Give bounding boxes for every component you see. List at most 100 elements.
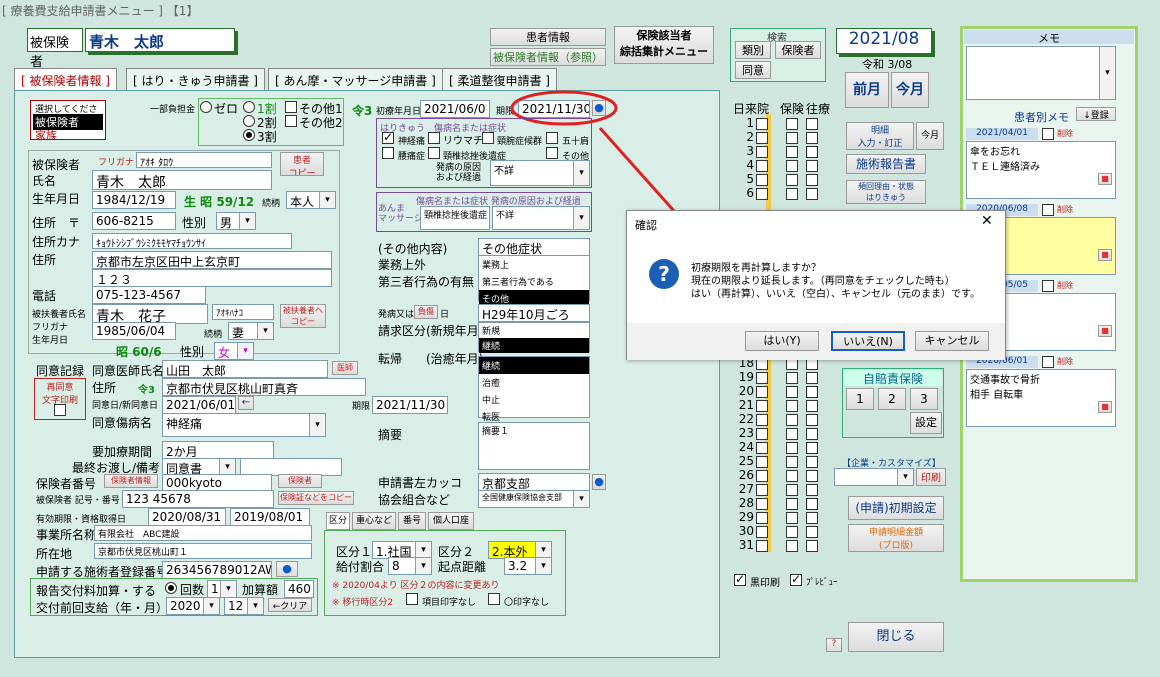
dialog-yes-button[interactable]: はい(Y) xyxy=(745,331,819,351)
auto-insurance-1-button[interactable]: 1 xyxy=(846,388,874,410)
calendar-house-checkbox-30[interactable] xyxy=(806,526,818,538)
dialog-cancel-button[interactable]: キャンセル xyxy=(915,331,989,351)
calendar-house-checkbox-3[interactable] xyxy=(806,146,818,158)
auto-insurance-setting-button[interactable]: 設定 xyxy=(910,412,942,434)
calendar-visit-checkbox-19[interactable] xyxy=(756,372,768,384)
memo-delete-checkbox[interactable] xyxy=(1042,280,1054,292)
calendar-insurance-checkbox-20[interactable] xyxy=(786,386,798,398)
custom-print-button[interactable]: 印刷 xyxy=(916,468,946,486)
auto-insurance-2-button[interactable]: 2 xyxy=(878,388,906,410)
calendar-house-checkbox-6[interactable] xyxy=(806,188,818,200)
work-item-business[interactable]: 業務上 xyxy=(479,256,589,273)
calendar-insurance-checkbox-29[interactable] xyxy=(786,512,798,524)
detail-input-button[interactable]: 明細 入力・訂正 xyxy=(846,122,914,150)
calendar-house-checkbox-26[interactable] xyxy=(806,470,818,482)
calendar-visit-checkbox-23[interactable] xyxy=(756,428,768,440)
calendar-house-checkbox-29[interactable] xyxy=(806,512,818,524)
calendar-house-checkbox-25[interactable] xyxy=(806,456,818,468)
calendar-house-checkbox-24[interactable] xyxy=(806,442,818,454)
dialog-close-icon[interactable]: ✕ xyxy=(981,213,993,229)
onset-input[interactable]: H29年10月ごろ xyxy=(478,304,590,322)
calendar-visit-checkbox-29[interactable] xyxy=(756,512,768,524)
anma-cause-select[interactable]: 不詳 ▾ xyxy=(492,206,590,230)
calendar-visit-checkbox-1[interactable] xyxy=(756,118,768,130)
calendar-house-checkbox-22[interactable] xyxy=(806,414,818,426)
auto-insurance-3-button[interactable]: 3 xyxy=(910,388,938,410)
calendar-house-checkbox-27[interactable] xyxy=(806,484,818,496)
calendar-house-checkbox-21[interactable] xyxy=(806,400,818,412)
memo-save-icon[interactable]: ■ xyxy=(1098,325,1112,337)
cause-select[interactable]: 不詳 ▾ xyxy=(490,160,590,186)
calendar-insurance-checkbox-23[interactable] xyxy=(786,428,798,440)
disease-cervical-checkbox[interactable] xyxy=(482,132,494,144)
calendar-insurance-checkbox-2[interactable] xyxy=(786,132,798,144)
disease-other-checkbox[interactable] xyxy=(546,147,558,159)
calendar-insurance-checkbox-4[interactable] xyxy=(786,160,798,172)
calendar-insurance-checkbox-31[interactable] xyxy=(786,540,798,552)
calendar-house-checkbox-31[interactable] xyxy=(806,540,818,552)
treatment-report-button[interactable]: 施術報告書 xyxy=(846,154,926,174)
close-button[interactable]: 閉じる xyxy=(848,622,944,652)
remark-input[interactable]: 摘要１ xyxy=(478,422,590,470)
dialog-no-button[interactable]: いいえ(N) xyxy=(831,331,905,351)
calendar-visit-checkbox-4[interactable] xyxy=(756,160,768,172)
help-button[interactable]: ? xyxy=(826,638,842,652)
work-listbox[interactable]: 業務上 第三者行為である その他 xyxy=(478,255,590,307)
left-kakko-input[interactable]: 京都支部 xyxy=(478,473,590,491)
calendar-visit-checkbox-6[interactable] xyxy=(756,188,768,200)
disease-rheumatism-checkbox[interactable] xyxy=(428,132,440,144)
outcome-item-stopped[interactable]: 中止 xyxy=(479,391,589,408)
calendar-insurance-checkbox-26[interactable] xyxy=(786,470,798,482)
calendar-insurance-checkbox-1[interactable] xyxy=(786,118,798,130)
calendar-house-checkbox-23[interactable] xyxy=(806,428,818,440)
calendar-visit-checkbox-20[interactable] xyxy=(756,386,768,398)
memo-text[interactable]: 傘をお忘れ ＴＥＬ連絡済み xyxy=(966,141,1116,199)
calendar-visit-checkbox-30[interactable] xyxy=(756,526,768,538)
calendar-insurance-checkbox-3[interactable] xyxy=(786,146,798,158)
outcome-item-cured[interactable]: 治癒 xyxy=(479,374,589,391)
work-item-third[interactable]: 第三者行為である xyxy=(479,273,589,290)
anma-disease-input[interactable]: 頸椎捻挫後遺症 xyxy=(420,206,490,230)
calendar-insurance-checkbox-28[interactable] xyxy=(786,498,798,510)
memo-register-button[interactable]: ↓登録 xyxy=(1076,107,1116,121)
claim-item-new[interactable]: 新規 xyxy=(479,323,589,338)
frequent-reason-button[interactable]: 頻回理由・状態 はりきゅう xyxy=(846,180,926,204)
other-content-input[interactable]: その他症状 xyxy=(478,238,590,256)
claim-item-continue[interactable]: 継続 xyxy=(479,338,589,353)
calendar-visit-checkbox-3[interactable] xyxy=(756,146,768,158)
claim-listbox[interactable]: 新規 継続 xyxy=(478,322,590,353)
calendar-visit-checkbox-21[interactable] xyxy=(756,400,768,412)
calendar-house-checkbox-4[interactable] xyxy=(806,160,818,172)
memo-save-icon[interactable]: ■ xyxy=(1098,173,1112,185)
memo-delete-checkbox[interactable] xyxy=(1042,356,1054,368)
custom-select[interactable]: ▾ xyxy=(834,468,914,486)
calendar-visit-checkbox-26[interactable] xyxy=(756,470,768,482)
calendar-insurance-checkbox-25[interactable] xyxy=(786,456,798,468)
outcome-listbox[interactable]: 継続 治癒 中止 転医 xyxy=(478,356,590,423)
initial-setting-button[interactable]: (申請)初期設定 xyxy=(848,496,944,520)
calendar-insurance-checkbox-30[interactable] xyxy=(786,526,798,538)
memo-delete-checkbox[interactable] xyxy=(1042,128,1054,140)
calendar-house-checkbox-5[interactable] xyxy=(806,174,818,186)
calendar-visit-checkbox-25[interactable] xyxy=(756,456,768,468)
calendar-visit-checkbox-24[interactable] xyxy=(756,442,768,454)
calendar-insurance-checkbox-27[interactable] xyxy=(786,484,798,496)
calendar-house-checkbox-1[interactable] xyxy=(806,118,818,130)
calendar-insurance-checkbox-5[interactable] xyxy=(786,174,798,186)
calendar-insurance-checkbox-6[interactable] xyxy=(786,188,798,200)
bw-print-checkbox[interactable] xyxy=(734,572,746,586)
calendar-insurance-checkbox-22[interactable] xyxy=(786,414,798,426)
calendar-visit-checkbox-27[interactable] xyxy=(756,484,768,496)
memo-save-icon[interactable]: ■ xyxy=(1098,401,1112,413)
calendar-insurance-checkbox-19[interactable] xyxy=(786,372,798,384)
calendar-visit-checkbox-5[interactable] xyxy=(756,174,768,186)
left-kakko-button[interactable]: ● xyxy=(592,474,606,490)
calendar-visit-checkbox-22[interactable] xyxy=(756,414,768,426)
calendar-house-checkbox-19[interactable] xyxy=(806,372,818,384)
memo-save-icon[interactable]: ■ xyxy=(1098,249,1112,261)
preview-checkbox[interactable] xyxy=(790,572,802,586)
memo-text[interactable]: 交通事故で骨折 相手 自転車 xyxy=(966,369,1116,427)
calendar-house-checkbox-28[interactable] xyxy=(806,498,818,510)
calendar-house-checkbox-2[interactable] xyxy=(806,132,818,144)
calendar-visit-checkbox-31[interactable] xyxy=(756,540,768,552)
